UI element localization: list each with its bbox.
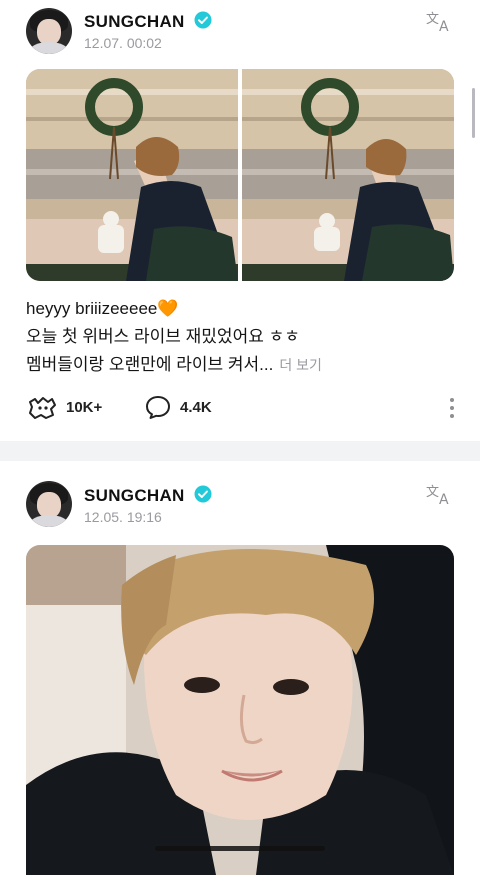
post-text-line-last: 멤버들이랑 오랜만에 라이브 켜서... 더 보기 xyxy=(26,351,456,379)
translate-icon[interactable]: 文 A xyxy=(426,10,454,32)
post-text[interactable]: heyyy briiizeeeee🧡 오늘 첫 위버스 라이브 재밌었어요 ㅎㅎ… xyxy=(26,295,456,379)
author-name[interactable]: SUNGCHAN xyxy=(84,485,212,506)
author-name-text: SUNGCHAN xyxy=(84,486,185,505)
author-name[interactable]: SUNGCHAN xyxy=(84,11,212,32)
svg-text:文: 文 xyxy=(426,12,439,27)
post-image-gallery[interactable] xyxy=(26,69,454,281)
post-text-line: 멤버들이랑 오랜만에 라이브 켜서... xyxy=(26,355,274,374)
feed-post: SUNGCHAN 12.05. 19:16 文 A xyxy=(0,461,480,875)
scrollbar[interactable] xyxy=(472,88,475,138)
verified-badge-icon xyxy=(194,485,212,503)
verified-badge-icon xyxy=(194,11,212,29)
translate-icon[interactable]: 文 A xyxy=(426,483,454,505)
feed-post: SUNGCHAN 12.07. 00:02 文 A heyyy briiizee… xyxy=(0,0,480,441)
post-timestamp: 12.07. 00:02 xyxy=(84,35,162,51)
weverse-reaction-icon xyxy=(29,397,56,419)
avatar[interactable] xyxy=(26,481,72,527)
see-more-link[interactable]: 더 보기 xyxy=(279,357,322,373)
svg-text:A: A xyxy=(439,492,449,505)
comment-bubble-icon xyxy=(146,396,170,419)
comment-count: 4.4K xyxy=(180,398,212,416)
post-text-line: heyyy briiizeeeee🧡 xyxy=(26,299,179,318)
post-photo-2[interactable] xyxy=(242,69,454,281)
feed-divider xyxy=(0,441,480,461)
post-photo[interactable] xyxy=(26,545,454,875)
reaction-button[interactable]: 10K+ xyxy=(26,392,102,422)
reaction-count: 10K+ xyxy=(66,398,103,416)
svg-text:文: 文 xyxy=(426,485,439,500)
kebab-menu-icon[interactable] xyxy=(448,397,456,419)
home-indicator xyxy=(155,846,325,851)
avatar[interactable] xyxy=(26,8,72,54)
svg-text:A: A xyxy=(439,19,449,32)
author-name-text: SUNGCHAN xyxy=(84,12,185,31)
post-timestamp: 12.05. 19:16 xyxy=(84,509,162,525)
post-photo-1[interactable] xyxy=(26,69,238,281)
post-actions: 10K+ 4.4K xyxy=(26,392,456,422)
post-text-line: 오늘 첫 위버스 라이브 재밌었어요 ㅎㅎ xyxy=(26,327,300,346)
comment-button[interactable]: 4.4K xyxy=(144,392,212,422)
